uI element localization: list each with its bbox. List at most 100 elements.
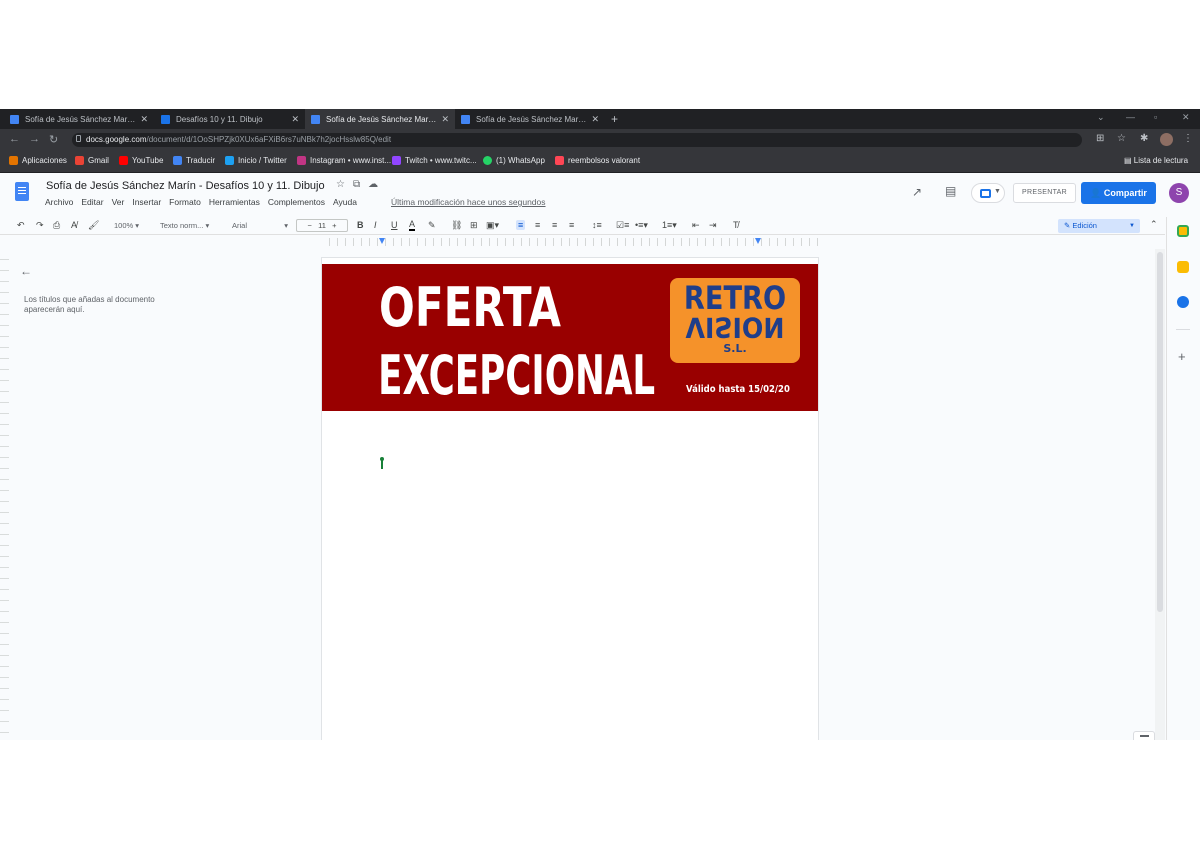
meet-button[interactable]: ▼ [971, 183, 1005, 203]
zoom-select[interactable]: 100% ▾ [114, 221, 139, 230]
maximize-icon[interactable]: ▫ [1154, 112, 1157, 122]
lock-icon[interactable] [76, 135, 81, 142]
cloud-status-icon[interactable]: ☁ [368, 179, 378, 190]
install-app-icon[interactable]: ⊞ [1096, 133, 1104, 144]
print-icon[interactable]: ⎙ [53, 220, 60, 231]
horizontal-ruler[interactable] [322, 238, 818, 246]
underline-icon[interactable]: U [391, 220, 398, 230]
bookmark-apps[interactable]: Aplicaciones [9, 156, 67, 165]
move-folder-icon[interactable]: ⧉ [353, 179, 360, 190]
calendar-icon[interactable] [1177, 225, 1189, 237]
checklist-icon[interactable]: ☑≡ [616, 220, 629, 231]
browser-tab-active[interactable]: Sofía de Jesús Sánchez Marín - D ✕ [305, 109, 455, 129]
profile-avatar[interactable] [1160, 133, 1173, 146]
gmail-icon [75, 156, 84, 165]
menu-editar[interactable]: Editar [81, 197, 103, 207]
font-size-stepper[interactable]: − 11 + [296, 219, 348, 232]
bookmark-twitter[interactable]: Inicio / Twitter [225, 156, 287, 165]
bulleted-list-icon[interactable]: •≡▾ [635, 220, 648, 231]
forward-icon[interactable]: → [29, 133, 40, 145]
bookmark-youtube[interactable]: YouTube [119, 156, 163, 165]
menu-ayuda[interactable]: Ayuda [333, 197, 357, 207]
align-justify-icon[interactable]: ≡ [569, 220, 574, 230]
style-select[interactable]: Texto norm... ▾ [160, 221, 209, 230]
present-button[interactable]: PRESENTAR [1013, 183, 1076, 203]
line-spacing-icon[interactable]: ↕≡ [592, 220, 602, 230]
chevron-up-icon[interactable]: ⌃ [1150, 219, 1158, 230]
decrease-indent-icon[interactable]: ⇤ [692, 220, 700, 231]
window-close-icon[interactable]: ✕ [1182, 112, 1190, 123]
explore-icon[interactable] [1133, 731, 1155, 740]
menu-ver[interactable]: Ver [112, 197, 125, 207]
document-title[interactable]: Sofía de Jesús Sánchez Marín - Desafíos … [46, 180, 325, 192]
star-icon[interactable]: ☆ [336, 179, 345, 190]
minimize-icon[interactable]: — [1126, 112, 1135, 122]
valorant-icon [555, 156, 564, 165]
back-icon[interactable]: ← [9, 133, 20, 145]
align-right-icon[interactable]: ≡ [552, 220, 557, 230]
image-insert-icon[interactable]: ▣▾ [486, 220, 499, 231]
close-icon[interactable]: ✕ [140, 114, 148, 125]
keep-icon[interactable] [1177, 261, 1189, 273]
reload-icon[interactable]: ↻ [49, 133, 58, 146]
share-button[interactable]: 👤 Compartir [1081, 182, 1156, 204]
activity-trend-icon[interactable]: ↗ [912, 185, 922, 199]
highlight-icon[interactable]: ✎ [428, 220, 436, 231]
url-path: /document/d/1OoSHPZjk0XUx6aFXiB6rs7uNBk7… [146, 135, 392, 144]
browser-tab[interactable]: Desafíos 10 y 11. Dibujo ✕ [155, 109, 305, 129]
menu-formato[interactable]: Formato [169, 197, 201, 207]
bold-icon[interactable]: B [357, 220, 364, 230]
new-tab-icon[interactable]: + [611, 112, 618, 126]
bookmark-whatsapp[interactable]: (1) WhatsApp [483, 156, 545, 165]
reading-list-button[interactable]: ▤ Lista de lectura [1124, 156, 1188, 165]
last-edit-link[interactable]: Última modificación hace unos segundos [391, 197, 546, 207]
bookmark-label: Instagram • www.inst... [310, 156, 392, 165]
scrollbar-thumb[interactable] [1157, 252, 1163, 612]
video-camera-icon [980, 189, 991, 198]
bookmark-twitch[interactable]: Twitch • www.twitc... [392, 156, 477, 165]
vertical-ruler[interactable] [0, 249, 9, 740]
menu-insertar[interactable]: Insertar [132, 197, 161, 207]
tasks-icon[interactable] [1177, 296, 1189, 308]
comment-add-icon[interactable]: ⊞ [470, 220, 478, 231]
menu-herramientas[interactable]: Herramientas [209, 197, 260, 207]
comments-icon[interactable]: ▤ [945, 184, 956, 198]
align-center-icon[interactable]: ≡ [535, 220, 540, 230]
menu-archivo[interactable]: Archivo [45, 197, 73, 207]
logo-text-vision-mirrored: VISION [685, 311, 785, 344]
bookmark-valorant[interactable]: reembolsos valorant [555, 156, 640, 165]
align-left-icon[interactable]: ≡ [516, 220, 526, 230]
browser-tab[interactable]: Sofía de Jesús Sánchez Marín - D ✕ [455, 109, 605, 129]
add-addon-icon[interactable]: + [1178, 349, 1186, 364]
redo-icon[interactable]: ↷ [36, 220, 44, 231]
bookmark-translate[interactable]: Traducir [173, 156, 215, 165]
more-menu-icon[interactable]: ⋮ [1183, 133, 1193, 144]
close-icon[interactable]: ✕ [291, 114, 299, 125]
link-icon[interactable]: ⛓ [451, 220, 462, 231]
increase-indent-icon[interactable]: ⇥ [709, 220, 717, 231]
paint-format-icon[interactable]: 🖌 [88, 220, 99, 231]
clear-formatting-icon[interactable]: T̸ [733, 220, 739, 230]
close-icon[interactable]: ✕ [591, 114, 599, 125]
numbered-list-icon[interactable]: 1≡▾ [662, 220, 677, 231]
url-field[interactable]: docs.google.com/document/d/1OoSHPZjk0XUx… [72, 133, 1082, 147]
spellcheck-icon[interactable]: A̸ [71, 220, 77, 230]
star-icon[interactable]: ☆ [1117, 133, 1126, 144]
tab-search-icon[interactable]: ⌄ [1097, 112, 1105, 123]
bookmark-gmail[interactable]: Gmail [75, 156, 109, 165]
undo-icon[interactable]: ↶ [17, 220, 25, 231]
browser-tab[interactable]: Sofía de Jesús Sánchez Marín - D ✕ [4, 109, 154, 129]
docs-logo-icon[interactable] [15, 182, 29, 201]
user-avatar[interactable]: S [1169, 183, 1189, 203]
menu-complementos[interactable]: Complementos [268, 197, 325, 207]
close-icon[interactable]: ✕ [441, 114, 449, 125]
bookmark-instagram[interactable]: Instagram • www.inst... [297, 156, 391, 165]
document-page[interactable]: OFERTA EXCEPCIONAL RETRO VISION S.L. Vál… [322, 258, 818, 740]
arrow-back-icon[interactable]: ← [20, 264, 32, 278]
text-color-icon[interactable]: A [409, 220, 416, 231]
editing-mode-select[interactable]: ✎ Edición ▼ [1058, 219, 1140, 233]
offer-banner-image[interactable]: OFERTA EXCEPCIONAL RETRO VISION S.L. Vál… [322, 264, 818, 411]
italic-icon[interactable]: I [374, 220, 377, 230]
font-select[interactable]: Arial ▾ [232, 221, 288, 230]
extensions-icon[interactable]: ✱ [1140, 133, 1148, 144]
